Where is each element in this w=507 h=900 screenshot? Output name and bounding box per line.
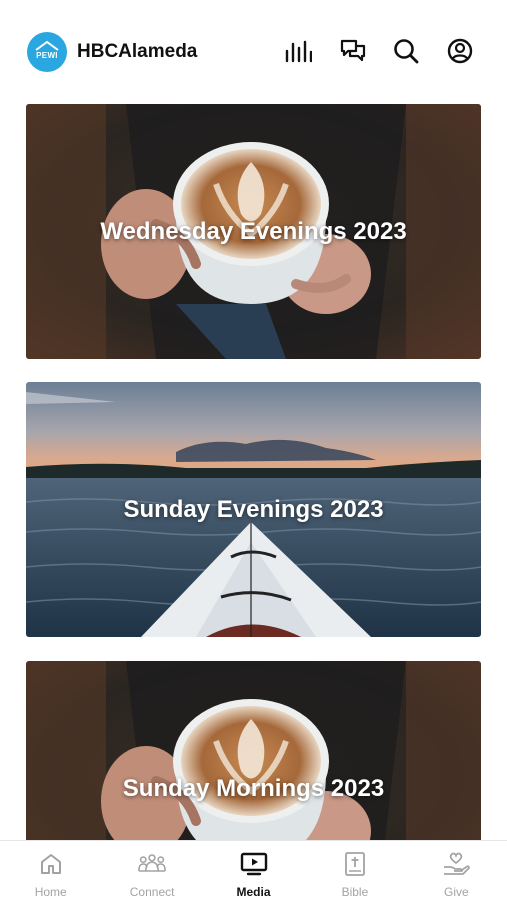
card-title: Wednesday Evenings 2023 — [100, 218, 407, 245]
search-icon[interactable] — [392, 37, 420, 65]
nav-label: Bible — [341, 885, 369, 899]
media-card[interactable]: Wednesday Evenings 2023 — [26, 104, 481, 359]
app-screen: PEWI HBCAlameda Wednesday Evenings 2023 … — [0, 0, 507, 900]
chat-icon[interactable] — [339, 37, 367, 65]
people-icon — [138, 850, 167, 878]
profile-icon[interactable] — [446, 37, 474, 65]
nav-item-give[interactable]: Give — [406, 841, 507, 900]
app-title: HBCAlameda — [77, 41, 198, 62]
nav-label: Home — [34, 885, 67, 899]
coffee-cup-image — [26, 661, 481, 840]
nav-item-home[interactable]: Home — [0, 841, 101, 900]
card-title: Sunday Evenings 2023 — [123, 496, 384, 523]
media-card[interactable]: Sunday Mornings 2023 — [26, 661, 481, 840]
nav-label: Give — [443, 885, 469, 899]
nav-label: Connect — [129, 885, 175, 899]
nav-item-bible[interactable]: Bible — [304, 841, 405, 900]
media-list: Wednesday Evenings 2023 Sunday Evenings … — [0, 100, 507, 840]
logo-text: PEWI — [36, 50, 58, 60]
app-header: PEWI HBCAlameda — [0, 0, 507, 100]
nav-item-connect[interactable]: Connect — [101, 841, 202, 900]
bible-icon — [341, 850, 369, 878]
bottom-nav: Home Connect Media Bible Give — [0, 840, 507, 900]
tv-icon — [240, 850, 268, 878]
nav-item-media[interactable]: Media — [203, 841, 304, 900]
nav-label: Media — [236, 885, 271, 899]
roof-icon — [35, 41, 59, 51]
home-icon — [37, 850, 65, 878]
media-card[interactable]: Sunday Evenings 2023 — [26, 382, 481, 637]
equalizer-icon[interactable] — [284, 37, 312, 65]
heart-hand-icon — [442, 850, 471, 878]
card-title: Sunday Mornings 2023 — [122, 775, 385, 802]
church-logo[interactable]: PEWI — [27, 32, 67, 72]
